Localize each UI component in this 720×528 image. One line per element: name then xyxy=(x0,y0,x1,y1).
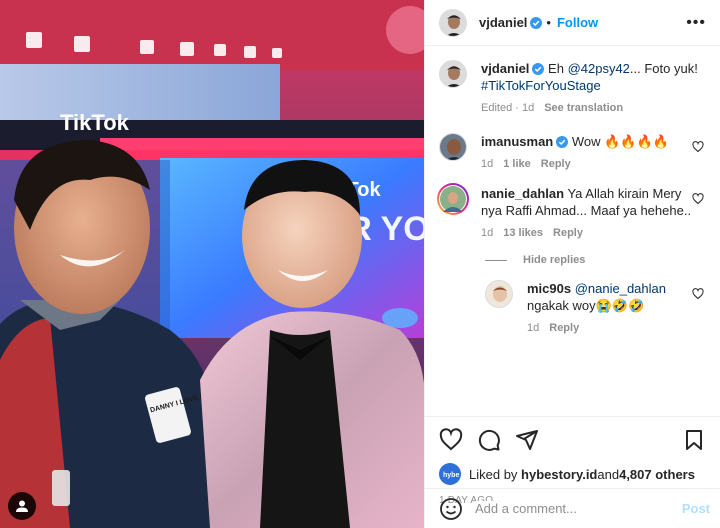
caption-username[interactable]: vjdaniel xyxy=(481,61,529,76)
comment-likes-count[interactable]: 1 like xyxy=(503,158,531,170)
comment-text: Wow 🔥🔥🔥🔥 xyxy=(571,134,669,149)
svg-text:hybe: hybe xyxy=(443,472,459,479)
hide-replies-line xyxy=(485,259,507,261)
post-header: vjdaniel • Follow ••• xyxy=(425,0,720,46)
verified-badge-icon xyxy=(530,16,543,29)
post-comment-button[interactable]: Post xyxy=(682,501,710,516)
more-options-icon[interactable]: ••• xyxy=(686,14,706,32)
hide-replies-label: Hide replies xyxy=(523,254,586,266)
save-bookmark-icon[interactable] xyxy=(682,428,706,452)
likes-others-link[interactable]: 4,807 others xyxy=(619,467,695,482)
comment-icon[interactable] xyxy=(477,428,501,452)
reply-time: 1d xyxy=(527,322,540,334)
hide-replies-button[interactable]: Hide replies xyxy=(485,254,704,266)
author-username[interactable]: vjdaniel xyxy=(479,15,527,30)
like-heart-icon[interactable] xyxy=(439,428,463,452)
verified-badge-icon xyxy=(556,136,569,148)
author-avatar[interactable] xyxy=(439,8,467,37)
header-dot-separator: • xyxy=(546,15,551,30)
post-side-panel: vjdaniel • Follow ••• vjdaniel Eh @42psy… xyxy=(424,0,720,528)
likes-user-link[interactable]: hybestory.id xyxy=(521,467,597,482)
comments-list: vjdaniel Eh @42psy42... Foto yuk! #TikTo… xyxy=(425,46,720,416)
comment-username[interactable]: nanie_dahlan xyxy=(481,186,564,201)
liker-avatar[interactable]: hybe xyxy=(439,463,461,485)
comment-likes-count[interactable]: 13 likes xyxy=(503,227,543,239)
reply-text: ngakak woy😭🤣🤣 xyxy=(527,298,645,313)
reply-item: mic90s @nanie_dahlan ngakak woy😭🤣🤣 1d Rep… xyxy=(485,280,704,337)
comment-time: 1d xyxy=(481,227,494,239)
like-comment-heart-icon[interactable] xyxy=(692,141,704,153)
comment-time: 1d xyxy=(481,158,494,170)
comment-input[interactable] xyxy=(475,501,682,516)
emoji-icon[interactable] xyxy=(439,497,463,521)
caption-text-suffix: ... Foto yuk! xyxy=(629,61,698,76)
reply-button[interactable]: Reply xyxy=(553,227,583,239)
follow-button[interactable]: Follow xyxy=(557,15,598,30)
post-photo[interactable]: TikTok TikTok FOR YOU DANNY I LOVE INDON… xyxy=(0,0,424,528)
comment-item: imanusman Wow 🔥🔥🔥🔥 1d 1 like Reply xyxy=(439,133,704,173)
caption-mention-link[interactable]: @42psy42 xyxy=(568,61,630,76)
tagged-user-icon[interactable] xyxy=(8,492,36,520)
reply-button[interactable]: Reply xyxy=(549,322,579,334)
caption-text-prefix: Eh xyxy=(548,61,568,76)
selfie-image: TikTok TikTok FOR YOU DANNY I LOVE INDON… xyxy=(0,0,424,528)
verified-badge-icon xyxy=(532,63,545,75)
likes-prefix: Liked by xyxy=(469,466,518,482)
commenter-avatar xyxy=(440,186,466,212)
caption-edited-time: Edited · 1d xyxy=(481,102,535,114)
share-paper-plane-icon[interactable] xyxy=(515,428,539,452)
likes-middle: and xyxy=(597,466,620,482)
comment-item: nanie_dahlan Ya Allah kirain Mery nya Ra… xyxy=(437,183,704,242)
add-comment-bar: Post xyxy=(425,488,720,528)
tiktok-sign-text: TikTok xyxy=(60,110,130,135)
reply-button[interactable]: Reply xyxy=(541,158,571,170)
caption-author-avatar[interactable] xyxy=(439,60,467,88)
instagram-post-modal: TikTok TikTok FOR YOU DANNY I LOVE INDON… xyxy=(0,0,720,528)
reply-username[interactable]: mic90s xyxy=(527,281,571,296)
reply-avatar[interactable] xyxy=(485,280,513,308)
comment-username[interactable]: imanusman xyxy=(481,134,553,149)
commenter-avatar[interactable] xyxy=(439,133,467,161)
likes-summary: hybe Liked by hybestory.id and 4,807 oth… xyxy=(439,463,706,485)
story-ring[interactable] xyxy=(437,183,469,215)
post-caption: vjdaniel Eh @42psy42... Foto yuk! #TikTo… xyxy=(439,60,704,117)
see-translation-button[interactable]: See translation xyxy=(544,102,623,114)
like-comment-heart-icon[interactable] xyxy=(692,193,704,205)
like-comment-heart-icon[interactable] xyxy=(692,288,704,300)
reply-mention-link[interactable]: @nanie_dahlan xyxy=(575,281,666,296)
caption-hashtag-link[interactable]: #TikTokForYouStage xyxy=(481,78,601,93)
